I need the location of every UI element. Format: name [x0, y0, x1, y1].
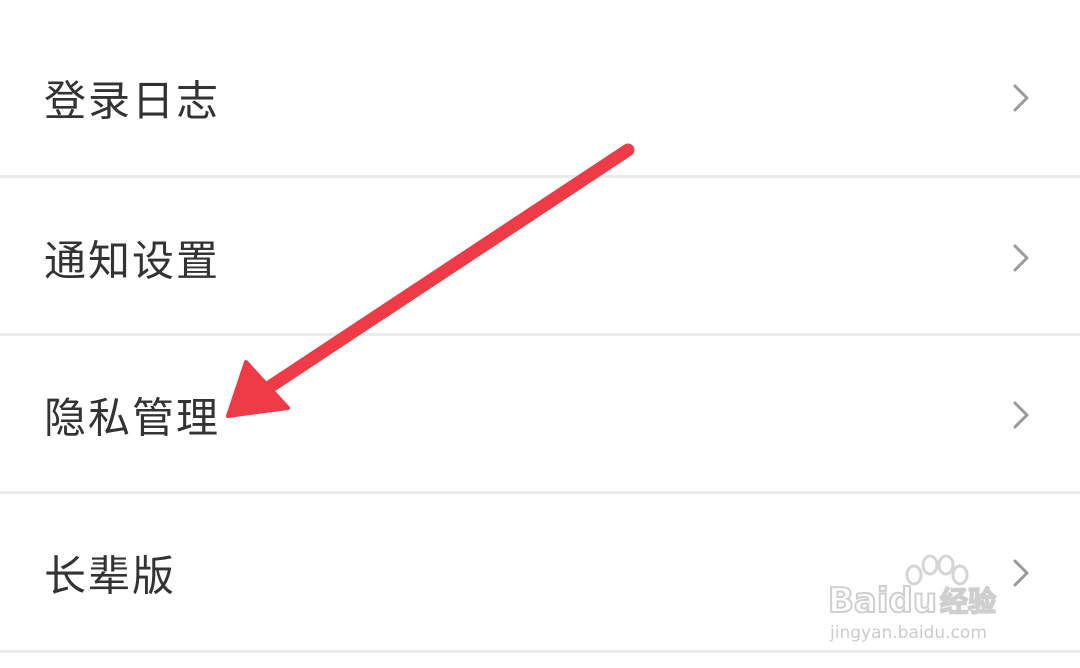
settings-item-elder-mode[interactable]: 长辈版	[0, 495, 1080, 650]
chevron-right-icon	[1013, 401, 1029, 428]
chevron-right-icon	[1013, 244, 1029, 271]
settings-item-notification[interactable]: 通知设置	[0, 180, 1080, 335]
settings-item-label: 通知设置	[44, 236, 221, 285]
settings-list: 登录日志 通知设置 隐私管理 长辈版	[0, 0, 1080, 668]
chevron-right-icon	[1013, 559, 1029, 586]
settings-item-label: 长辈版	[44, 551, 177, 600]
divider	[0, 650, 1080, 653]
chevron-right-icon	[1013, 84, 1029, 111]
settings-item-login-log[interactable]: 登录日志	[0, 20, 1080, 175]
divider	[0, 333, 1080, 336]
divider	[0, 491, 1080, 494]
divider	[0, 175, 1080, 178]
settings-item-privacy[interactable]: 隐私管理	[0, 337, 1080, 492]
settings-item-label: 隐私管理	[44, 393, 221, 442]
settings-item-label: 登录日志	[44, 76, 221, 125]
